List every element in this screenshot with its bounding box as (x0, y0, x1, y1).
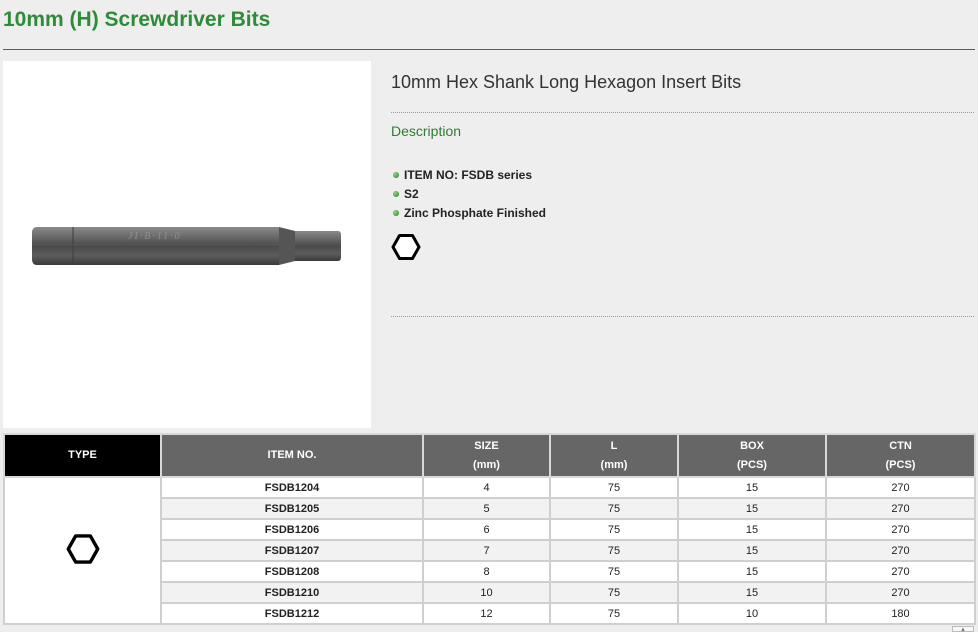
column-header-box: BOX (PCS) (677, 433, 827, 478)
bullet-icon (393, 190, 399, 197)
spec-table: TYPE ITEM NO. SIZE (mm) L (mm) BOX (PCS) CT… (3, 433, 976, 625)
svg-text:JI·B·11·0: JI·B·11·0 (128, 231, 182, 242)
feature-list: ITEM NO: FSDB series S2 Zinc Phosphate F… (393, 165, 546, 222)
table-header-row: TYPE ITEM NO. SIZE (mm) L (mm) BOX (PCS) CT… (3, 433, 976, 478)
length-cell: 75 (549, 497, 679, 520)
size-cell: 10 (422, 581, 551, 604)
header-label: BOX (740, 439, 764, 452)
header-label: SIZE (474, 439, 499, 452)
column-header-type: TYPE (3, 433, 162, 478)
item-no-cell: FSDB1205 (160, 497, 424, 520)
box-cell: 10 (677, 602, 827, 625)
box-cell: 15 (677, 539, 827, 562)
feature-item: ITEM NO: FSDB series (393, 165, 546, 184)
length-cell: 75 (549, 476, 679, 499)
box-cell: 15 (677, 497, 827, 520)
item-no-cell: FSDB1207 (160, 539, 424, 562)
ctn-cell: 270 (825, 539, 976, 562)
type-cell (3, 476, 162, 625)
header-label: L (610, 439, 618, 452)
feature-item: S2 (393, 184, 546, 203)
table-row: FSDB1204 4 75 15 270 (3, 476, 976, 625)
column-header-length: L (mm) (549, 433, 679, 478)
product-name: 10mm Hex Shank Long Hexagon Insert Bits (391, 72, 742, 92)
hexagon-icon (66, 534, 99, 564)
hex-bit-image: JI·B·11·0 (32, 227, 341, 265)
box-cell: 15 (677, 581, 827, 604)
product-image: JI·B·11·0 (3, 61, 371, 428)
feature-text: ITEM NO: FSDB series (404, 167, 533, 182)
hexagon-icon (391, 232, 421, 267)
item-no-cell: FSDB1208 (160, 560, 424, 583)
size-cell: 8 (422, 560, 551, 583)
feature-item: Zinc Phosphate Finished (393, 203, 546, 222)
size-cell: 6 (422, 518, 551, 541)
length-cell: 75 (549, 518, 679, 541)
ctn-cell: 180 (825, 602, 976, 625)
page-title: 10mm (H) Screwdriver Bits (3, 8, 271, 31)
ctn-cell: 270 (825, 518, 976, 541)
header-unit: (mm) (600, 458, 628, 471)
scroll-to-top-button[interactable]: ▲ (952, 626, 974, 632)
size-cell: 4 (422, 476, 551, 499)
column-header-item-no: ITEM NO. (160, 433, 424, 478)
ctn-cell: 270 (825, 560, 976, 583)
ctn-cell: 270 (825, 581, 976, 604)
length-cell: 75 (549, 581, 679, 604)
header-label: CTN (889, 439, 912, 452)
length-cell: 75 (549, 539, 679, 562)
title-divider (3, 49, 975, 50)
box-cell: 15 (677, 476, 827, 499)
box-cell: 15 (677, 518, 827, 541)
bullet-icon (393, 171, 399, 178)
feature-text: S2 (404, 186, 419, 201)
column-header-ctn: CTN (PCS) (825, 433, 976, 478)
dotted-divider (391, 112, 974, 113)
length-cell: 75 (549, 560, 679, 583)
size-cell: 12 (422, 602, 551, 625)
description-label: Description (391, 123, 462, 139)
size-cell: 5 (422, 497, 551, 520)
item-no-cell: FSDB1210 (160, 581, 424, 604)
feature-text: Zinc Phosphate Finished (404, 205, 547, 220)
box-cell: 15 (677, 560, 827, 583)
header-unit: (PCS) (885, 458, 916, 471)
bullet-icon (393, 209, 399, 216)
item-no-cell: FSDB1212 (160, 602, 424, 625)
header-unit: (mm) (473, 458, 500, 471)
size-cell: 7 (422, 539, 551, 562)
length-cell: 75 (549, 602, 679, 625)
header-unit: (PCS) (737, 458, 767, 471)
ctn-cell: 270 (825, 476, 976, 499)
item-no-cell: FSDB1206 (160, 518, 424, 541)
column-header-size: SIZE (mm) (422, 433, 551, 478)
dotted-divider (391, 316, 974, 317)
item-no-cell: FSDB1204 (160, 476, 424, 499)
ctn-cell: 270 (825, 497, 976, 520)
